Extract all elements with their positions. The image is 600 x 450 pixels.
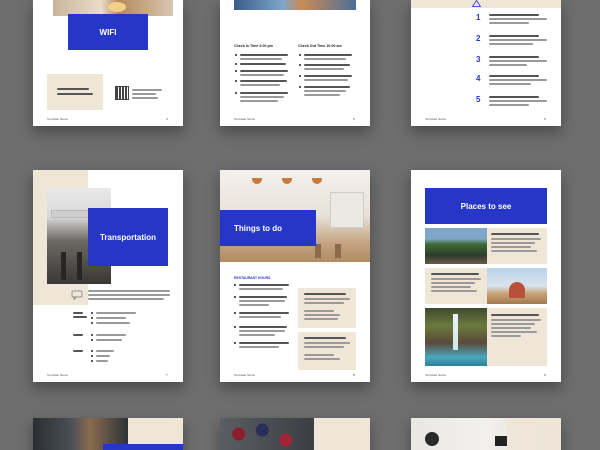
places-info-3: [487, 308, 547, 366]
list-number-1: 1: [476, 13, 481, 22]
footer-text: Template Name: [234, 373, 256, 377]
things-subheading: RESTAURANT HOURS: [234, 276, 271, 280]
list-number-2: 2: [476, 34, 481, 43]
places-photo-2: [487, 268, 547, 304]
things-info-box-1: [298, 288, 356, 328]
footer-text: Template Name: [47, 373, 69, 377]
places-info-2: [425, 268, 487, 304]
wifi-credentials-box: [47, 74, 103, 110]
wifi-heading: WIFI: [68, 14, 148, 50]
transport-heading: Transportation: [88, 208, 168, 266]
list-number-3: 3: [476, 55, 481, 64]
list-header-band: [411, 0, 561, 8]
page-transportation[interactable]: Transportation Template Name 7: [33, 170, 183, 382]
checkin-photo: [234, 0, 356, 10]
page-number: 7: [166, 373, 168, 377]
places-photo-1: [425, 228, 487, 264]
page-number: 4: [166, 117, 168, 121]
places-photo-3: [425, 308, 487, 366]
page-number: 9: [544, 373, 546, 377]
page-numbered-list[interactable]: 1 2 3 4 5 Template Name 6: [411, 0, 561, 126]
page-bottom-middle[interactable]: [220, 418, 370, 450]
footer-text: Template Name: [234, 117, 256, 121]
chat-bubble-icon: [71, 290, 83, 300]
places-info-1: [487, 228, 547, 264]
checkout-title: Check Out Time 10:00 am: [298, 44, 342, 48]
things-info-box-2: [298, 332, 356, 370]
berries-photo: [220, 418, 314, 450]
page-places-to-see[interactable]: Places to see Template Name 9: [411, 170, 561, 382]
list-number-5: 5: [476, 95, 481, 104]
things-heading: Things to do: [220, 210, 316, 246]
page-wifi[interactable]: WIFI Template Name 4: [33, 0, 183, 126]
page-number: 6: [544, 117, 546, 121]
page-bottom-right[interactable]: [411, 418, 561, 450]
footer-text: Template Name: [425, 373, 447, 377]
list-number-4: 4: [476, 74, 481, 83]
page-bottom-left[interactable]: [33, 418, 183, 450]
bottom-left-blue-bar: [103, 444, 183, 450]
bottom-middle-beige: [314, 418, 370, 450]
footer-text: Template Name: [425, 117, 447, 121]
page-things-to-do[interactable]: Things to do RESTAURANT HOURS Template N…: [220, 170, 370, 382]
qr-code-icon: [115, 86, 129, 100]
bottom-right-beige: [507, 418, 561, 450]
page-number: 8: [353, 373, 355, 377]
places-heading: Places to see: [425, 188, 547, 224]
warning-icon: [472, 0, 481, 7]
checkin-title: Check In Time 4:00 pm: [234, 44, 273, 48]
page-number: 5: [353, 117, 355, 121]
page-checkin[interactable]: Check In Time 4:00 pm Check Out Time 10:…: [220, 0, 370, 126]
footer-text: Template Name: [47, 117, 69, 121]
